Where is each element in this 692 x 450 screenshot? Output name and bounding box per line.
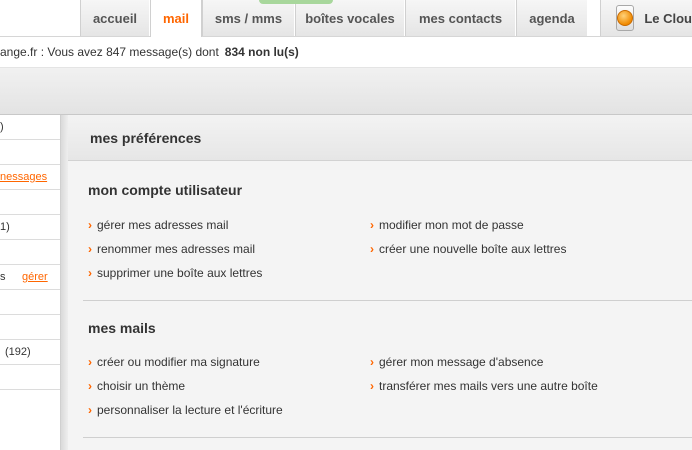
status-bar: ange.fr : Vous avez 847 message(s) dont … [0, 37, 692, 68]
status-text: ange.fr : Vous avez 847 message(s) dont [0, 45, 219, 59]
unread-count: 834 non lu(s) [224, 45, 299, 59]
folder-row[interactable]: 1) [0, 215, 60, 240]
notification-strip [259, 0, 333, 4]
page-title: mes préférences [68, 115, 692, 161]
folder-messages-link[interactable]: nessages [0, 171, 47, 183]
chevron-right-icon: › [88, 242, 92, 256]
tab-boites-vocales[interactable]: boîtes vocales [295, 0, 405, 36]
link-choose-theme[interactable]: › choisir un thème [88, 379, 185, 393]
link-forward-mails[interactable]: › transférer mes mails vers une autre boî… [370, 379, 598, 393]
tab-mail[interactable]: mail [150, 0, 202, 37]
tab-sms-mms[interactable]: sms / mms [202, 0, 295, 36]
chevron-right-icon: › [88, 403, 92, 417]
cloud-label: Le Clou [644, 10, 692, 26]
toolbar-band [0, 68, 692, 115]
cloud-icon [617, 10, 634, 26]
link-rename-addresses[interactable]: › renommer mes adresses mail [88, 242, 255, 256]
folder-row[interactable] [0, 365, 60, 390]
folder-row[interactable]: ) [0, 115, 60, 140]
folder-row[interactable] [0, 240, 60, 265]
link-absence-message[interactable]: › gérer mon message d'absence [370, 355, 543, 369]
chevron-right-icon: › [370, 242, 374, 256]
tab-le-cloud[interactable]: Le Clou [600, 0, 692, 36]
chevron-right-icon: › [88, 218, 92, 232]
folder-list: ) nessages 1) s gérer (192) [0, 115, 61, 450]
folder-row[interactable] [0, 190, 60, 215]
folder-row[interactable] [0, 140, 60, 165]
tab-accueil[interactable]: accueil [80, 0, 150, 36]
folder-row[interactable]: (192) [0, 340, 60, 365]
manage-folders-link[interactable]: gérer [22, 271, 48, 283]
cloud-button[interactable] [616, 5, 635, 31]
chevron-right-icon: › [88, 355, 92, 369]
folder-row[interactable]: nessages [0, 165, 60, 190]
tab-agenda[interactable]: agenda [516, 0, 588, 36]
folder-row[interactable]: s gérer [0, 265, 60, 290]
link-signature[interactable]: › créer ou modifier ma signature [88, 355, 260, 369]
chevron-right-icon: › [88, 266, 92, 280]
folder-row[interactable] [0, 290, 60, 315]
link-reading-writing[interactable]: › personnaliser la lecture et l'écriture [88, 403, 283, 417]
section-divider [83, 437, 692, 438]
folder-row[interactable] [0, 315, 60, 340]
link-create-mailbox[interactable]: › créer une nouvelle boîte aux lettres [370, 242, 566, 256]
chevron-right-icon: › [370, 218, 374, 232]
chevron-right-icon: › [370, 379, 374, 393]
panel-divider[interactable] [61, 115, 68, 450]
folder-label: s [0, 271, 6, 283]
link-delete-mailbox[interactable]: › supprimer une boîte aux lettres [88, 266, 262, 280]
tab-mes-contacts[interactable]: mes contacts [405, 0, 516, 36]
link-manage-addresses[interactable]: › gérer mes adresses mail [88, 218, 228, 232]
folder-count: ) [0, 121, 4, 133]
section-title-account: mon compte utilisateur [88, 182, 243, 198]
preferences-panel: mes préférences mon compte utilisateur ›… [68, 115, 692, 450]
folder-count: 1) [0, 221, 10, 233]
chevron-right-icon: › [88, 379, 92, 393]
folder-count: (192) [5, 346, 31, 358]
top-nav: accueil mail sms / mms boîtes vocales me… [0, 0, 692, 37]
section-title-mails: mes mails [88, 320, 156, 336]
chevron-right-icon: › [370, 355, 374, 369]
link-change-password[interactable]: › modifier mon mot de passe [370, 218, 524, 232]
section-divider [83, 300, 692, 301]
